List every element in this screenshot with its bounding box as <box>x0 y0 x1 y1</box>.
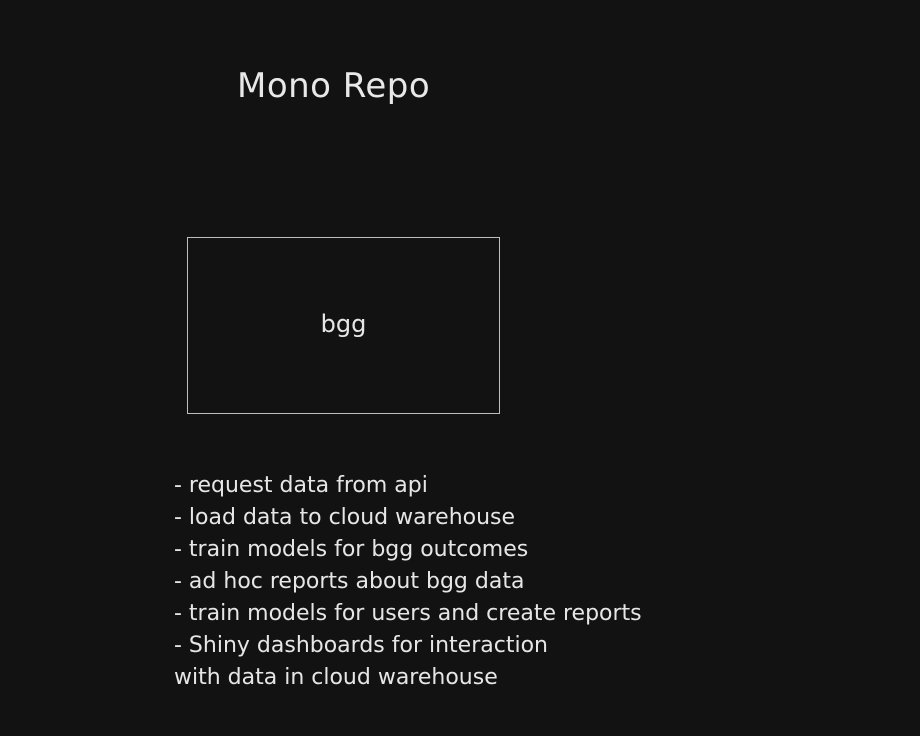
diagram-canvas: Mono Repo bgg - request data from api - … <box>0 0 920 736</box>
note-line: - train models for users and create repo… <box>174 601 642 626</box>
bgg-box: bgg <box>187 237 500 414</box>
note-line: - load data to cloud warehouse <box>174 505 516 530</box>
diagram-title: Mono Repo <box>237 66 431 106</box>
note-line: - ad hoc reports about bgg data <box>174 569 525 594</box>
note-line: with data in cloud warehouse <box>174 665 498 690</box>
note-line: - train models for bgg outcomes <box>174 537 529 562</box>
bgg-box-label: bgg <box>320 309 367 338</box>
note-line: - request data from api <box>174 473 428 498</box>
note-line: - Shiny dashboards for interaction <box>174 633 548 658</box>
notes-list: - request data from api - load data to c… <box>174 470 642 694</box>
